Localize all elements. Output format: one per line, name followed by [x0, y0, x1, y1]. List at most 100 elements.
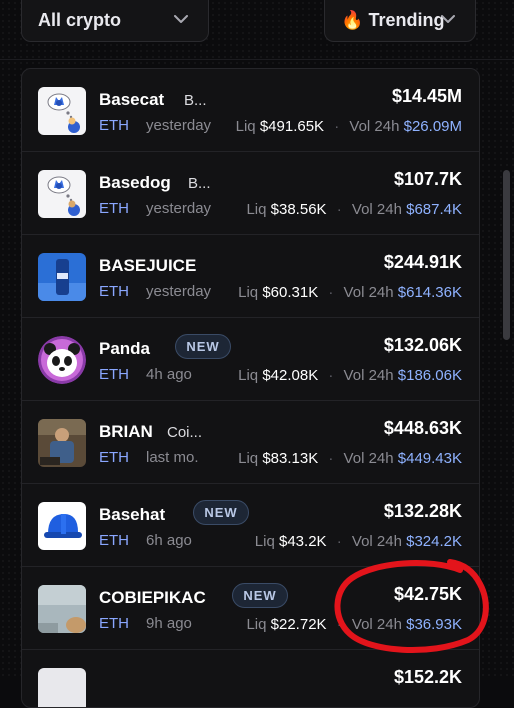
- brian-avatar-icon: [38, 419, 86, 467]
- separator-dot: ·: [336, 616, 342, 633]
- token-tagline: B...: [184, 92, 207, 109]
- liq-label: Liq: [246, 616, 267, 633]
- token-row-partial[interactable]: $152.2K: [22, 650, 479, 707]
- token-list: Basecat B... ETH yesterday $14.45M Liq $…: [21, 68, 480, 708]
- token-age: yesterday: [146, 200, 212, 217]
- token-age: yesterday: [146, 117, 212, 134]
- basehat-avatar-icon: [38, 502, 86, 550]
- liq-value: $22.72K: [270, 616, 327, 633]
- token-name: Basecat: [99, 90, 165, 109]
- crypto-filter-label: All crypto: [38, 9, 122, 30]
- market-cap: $42.75K: [393, 584, 462, 604]
- market-cap: $14.45M: [391, 86, 462, 106]
- token-stats: Liq $42.08K · Vol 24h $186.06K: [238, 367, 462, 384]
- liq-value: $83.13K: [262, 450, 319, 467]
- token-chain: ETH: [99, 615, 129, 632]
- token-row-basecat[interactable]: Basecat B... ETH yesterday $14.45M Liq $…: [22, 69, 479, 152]
- liq-label: Liq: [238, 450, 259, 467]
- token-chain: ETH: [99, 449, 129, 466]
- sort-dropdown[interactable]: 🔥 Trending: [324, 0, 476, 42]
- token-avatar-icon: [38, 668, 86, 707]
- panda-avatar-icon: [38, 336, 86, 384]
- vol-label: Vol 24h: [351, 533, 402, 550]
- token-stats: Liq $83.13K · Vol 24h $449.43K: [238, 450, 462, 467]
- token-age: 9h ago: [146, 615, 192, 632]
- vol-value: $687.4K: [406, 201, 462, 218]
- liq-value: $42.08K: [262, 367, 319, 384]
- token-age: last mo.: [146, 449, 199, 466]
- vol-label: Vol 24h: [343, 367, 394, 384]
- token-row-panda[interactable]: Panda NEW ETH 4h ago $132.06K Liq $42.08…: [22, 318, 479, 401]
- vol-value: $26.09M: [403, 118, 462, 135]
- token-name: Basehat: [99, 505, 166, 524]
- token-row-brian[interactable]: BRIAN Coi... ETH last mo. $448.63K Liq $…: [22, 401, 479, 484]
- token-row-basehat[interactable]: Basehat NEW ETH 6h ago $132.28K Liq $43.…: [22, 484, 479, 567]
- scrollbar-thumb[interactable]: [503, 170, 510, 340]
- fire-icon: 🔥: [341, 9, 364, 30]
- separator-dot: ·: [328, 367, 334, 384]
- vol-label: Vol 24h: [343, 450, 394, 467]
- token-stats: Liq $60.31K · Vol 24h $614.36K: [238, 284, 462, 301]
- market-cap: $107.7K: [393, 169, 462, 189]
- basecat-avatar-icon: [38, 87, 86, 135]
- token-name: COBIEPIKAC: [99, 588, 206, 607]
- token-chain: ETH: [99, 366, 129, 383]
- token-stats: Liq $38.56K · Vol 24h $687.4K: [246, 201, 462, 218]
- vol-value: $186.06K: [397, 367, 462, 384]
- liq-label: Liq: [235, 118, 256, 135]
- chevron-down-icon: [441, 11, 455, 29]
- liq-label: Liq: [246, 201, 267, 218]
- sort-dropdown-text: 🔥 Trending: [341, 0, 444, 31]
- token-age: 6h ago: [146, 532, 192, 549]
- crypto-filter-dropdown[interactable]: All crypto: [21, 0, 209, 42]
- vol-value: $614.36K: [397, 284, 462, 301]
- vol-label: Vol 24h: [351, 201, 402, 218]
- token-row-basedog[interactable]: Basedog B... ETH yesterday $107.7K Liq $…: [22, 152, 479, 235]
- token-stats: Liq $43.2K · Vol 24h $324.2K: [255, 533, 462, 550]
- market-cap: $132.06K: [383, 335, 462, 355]
- vol-value: $36.93K: [406, 616, 462, 633]
- basedog-avatar-icon: [38, 170, 86, 218]
- cobiepikac-avatar-icon: [38, 585, 86, 633]
- header-divider: [0, 59, 514, 60]
- market-cap: $244.91K: [383, 252, 462, 272]
- separator-dot: ·: [328, 450, 334, 467]
- liq-value: $60.31K: [262, 284, 319, 301]
- sort-label: Trending: [368, 9, 445, 30]
- token-stats: Liq $22.72K · Vol 24h $36.93K: [246, 616, 462, 633]
- token-row-basejuice[interactable]: BASEJUICE ETH yesterday $244.91K Liq $60…: [22, 235, 479, 318]
- token-age: yesterday: [146, 283, 212, 300]
- liq-value: $38.56K: [270, 201, 327, 218]
- liq-label: Liq: [238, 284, 259, 301]
- token-tagline: Coi...: [167, 424, 203, 441]
- vol-label: Vol 24h: [351, 616, 402, 633]
- new-badge: NEW: [175, 334, 231, 359]
- liq-label: Liq: [238, 367, 259, 384]
- token-name: Panda: [99, 339, 151, 358]
- separator-dot: ·: [336, 533, 342, 550]
- basejuice-avatar-icon: [38, 253, 86, 301]
- token-age: 4h ago: [146, 366, 192, 383]
- liq-label: Liq: [254, 533, 275, 550]
- liq-value: $43.2K: [279, 533, 327, 550]
- token-chain: ETH: [99, 117, 129, 134]
- token-row-cobiepikac[interactable]: COBIEPIKAC NEW ETH 9h ago $42.75K Liq $2…: [22, 567, 479, 650]
- separator-dot: ·: [328, 284, 334, 301]
- token-chain: ETH: [99, 200, 129, 217]
- token-stats: Liq $491.65K · Vol 24h $26.09M: [236, 118, 462, 135]
- token-chain: ETH: [99, 532, 129, 549]
- chevron-down-icon: [174, 11, 188, 29]
- separator-dot: ·: [334, 118, 340, 135]
- market-cap: $448.63K: [383, 418, 462, 438]
- token-name: Basedog: [99, 173, 171, 192]
- new-badge: NEW: [193, 500, 249, 525]
- vol-label: Vol 24h: [349, 118, 400, 135]
- token-tagline: B...: [188, 175, 211, 192]
- token-name: BRIAN: [99, 422, 153, 441]
- market-cap: $132.28K: [383, 501, 462, 521]
- token-name: BASEJUICE: [99, 256, 197, 275]
- new-badge: NEW: [232, 583, 288, 608]
- token-chain: ETH: [99, 283, 129, 300]
- vol-value: $449.43K: [397, 450, 462, 467]
- separator-dot: ·: [336, 201, 342, 218]
